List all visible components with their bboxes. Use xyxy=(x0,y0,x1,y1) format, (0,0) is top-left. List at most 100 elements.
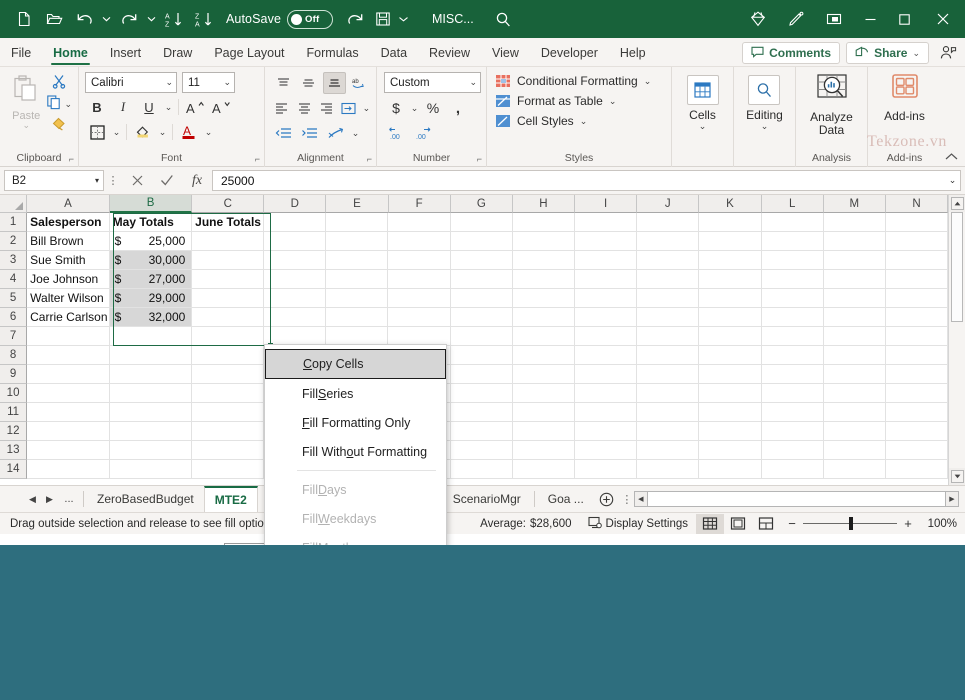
horizontal-scrollbar[interactable]: ◀ ▶ xyxy=(634,491,959,507)
merge-caret-icon[interactable]: ⌄ xyxy=(350,122,361,144)
cell-J13[interactable] xyxy=(637,441,699,460)
cell-G10[interactable] xyxy=(451,384,513,403)
cell-D1[interactable] xyxy=(264,213,326,232)
tab-formulas[interactable]: Formulas xyxy=(296,39,370,66)
cell-N7[interactable] xyxy=(886,327,948,346)
cell-B14[interactable] xyxy=(110,460,193,479)
scroll-up-button[interactable] xyxy=(949,195,965,212)
cell-L11[interactable] xyxy=(762,403,824,422)
cell-G9[interactable] xyxy=(451,365,513,384)
tab-view[interactable]: View xyxy=(481,39,530,66)
underline-button[interactable]: U xyxy=(137,96,161,118)
align-middle-button[interactable] xyxy=(297,72,319,94)
cell-K2[interactable] xyxy=(699,232,761,251)
tab-developer[interactable]: Developer xyxy=(530,39,609,66)
cell-M3[interactable] xyxy=(824,251,886,270)
cell-N8[interactable] xyxy=(886,346,948,365)
cell-L13[interactable] xyxy=(762,441,824,460)
accounting-format-button[interactable]: $ xyxy=(384,97,408,119)
cell-I9[interactable] xyxy=(575,365,637,384)
name-box[interactable]: B2 ▾ xyxy=(4,170,104,191)
save-icon[interactable] xyxy=(369,6,397,32)
cell-I3[interactable] xyxy=(575,251,637,270)
cell-M6[interactable] xyxy=(824,308,886,327)
cell-J10[interactable] xyxy=(637,384,699,403)
cell-G5[interactable] xyxy=(451,289,513,308)
cell-H4[interactable] xyxy=(513,270,575,289)
tab-help[interactable]: Help xyxy=(609,39,657,66)
wrap-text-button[interactable] xyxy=(339,97,358,119)
cell-K4[interactable] xyxy=(699,270,761,289)
cells-button[interactable]: Cells ⌄ xyxy=(687,75,719,130)
share-person-icon[interactable] xyxy=(935,42,961,64)
add-ins-button[interactable]: Add-ins xyxy=(884,73,925,123)
row-header-4[interactable]: 4 xyxy=(0,270,27,289)
font-dialog-launcher[interactable]: ⌐ xyxy=(255,152,260,166)
row-header-13[interactable]: 13 xyxy=(0,441,27,460)
folder-open-icon[interactable] xyxy=(40,6,68,32)
cell-E5[interactable] xyxy=(326,289,388,308)
number-dialog-launcher[interactable]: ⌐ xyxy=(477,152,482,166)
font-color-caret-icon[interactable]: ⌄ xyxy=(203,121,214,143)
cell-C3[interactable] xyxy=(192,251,264,270)
cell-K6[interactable] xyxy=(699,308,761,327)
cell-J6[interactable] xyxy=(637,308,699,327)
cell-H11[interactable] xyxy=(513,403,575,422)
cell-N14[interactable] xyxy=(886,460,948,479)
cell-A4[interactable]: Joe Johnson xyxy=(27,270,110,289)
cell-C5[interactable] xyxy=(192,289,264,308)
cell-B5[interactable]: $29,000 xyxy=(110,289,193,308)
cell-N11[interactable] xyxy=(886,403,948,422)
cell-I11[interactable] xyxy=(575,403,637,422)
fill-color-button[interactable] xyxy=(131,121,155,143)
sheet-tab-zerobasedbudget[interactable]: ZeroBasedBudget xyxy=(87,487,204,511)
cell-C2[interactable] xyxy=(192,232,264,251)
zoom-in-button[interactable]: + xyxy=(902,516,914,531)
cell-M12[interactable] xyxy=(824,422,886,441)
vertical-scroll-thumb[interactable] xyxy=(951,212,963,322)
vertical-scrollbar[interactable] xyxy=(948,195,965,485)
menu-item-copy-cells[interactable]: Copy Cells xyxy=(265,349,446,379)
decrease-font-size-button[interactable]: A xyxy=(209,96,233,118)
column-header-g[interactable]: G xyxy=(451,195,513,213)
cell-A8[interactable] xyxy=(27,346,110,365)
cell-G14[interactable] xyxy=(451,460,513,479)
cell-H1[interactable] xyxy=(513,213,575,232)
cell-L12[interactable] xyxy=(762,422,824,441)
cell-A3[interactable]: Sue Smith xyxy=(27,251,110,270)
cell-E4[interactable] xyxy=(326,270,388,289)
cell-J7[interactable] xyxy=(637,327,699,346)
row-header-8[interactable]: 8 xyxy=(0,346,27,365)
bold-button[interactable]: B xyxy=(85,96,109,118)
cell-I7[interactable] xyxy=(575,327,637,346)
row-header-3[interactable]: 3 xyxy=(0,251,27,270)
cell-E2[interactable] xyxy=(326,232,388,251)
new-file-icon[interactable] xyxy=(10,6,38,32)
check-icon[interactable] xyxy=(152,170,182,192)
cell-J9[interactable] xyxy=(637,365,699,384)
cell-C11[interactable] xyxy=(192,403,264,422)
cell-J4[interactable] xyxy=(637,270,699,289)
cell-G3[interactable] xyxy=(451,251,513,270)
share-button[interactable]: Share ⌄ xyxy=(846,42,929,64)
cell-I13[interactable] xyxy=(575,441,637,460)
cell-L2[interactable] xyxy=(762,232,824,251)
cell-M11[interactable] xyxy=(824,403,886,422)
cell-M7[interactable] xyxy=(824,327,886,346)
cell-A9[interactable] xyxy=(27,365,110,384)
page-break-preview-icon[interactable] xyxy=(752,514,780,534)
menu-item-fill-series[interactable]: Fill Series xyxy=(265,379,446,408)
cell-L9[interactable] xyxy=(762,365,824,384)
cell-L10[interactable] xyxy=(762,384,824,403)
cell-J12[interactable] xyxy=(637,422,699,441)
undo-icon[interactable] xyxy=(70,6,98,32)
cell-H6[interactable] xyxy=(513,308,575,327)
cell-B9[interactable] xyxy=(110,365,193,384)
zoom-out-button[interactable]: − xyxy=(786,516,798,531)
share-caret-icon[interactable]: ⌄ xyxy=(912,48,920,59)
cell-A5[interactable]: Walter Wilson xyxy=(27,289,110,308)
cell-L3[interactable] xyxy=(762,251,824,270)
cell-I14[interactable] xyxy=(575,460,637,479)
collapse-ribbon-button[interactable] xyxy=(945,152,958,164)
column-header-k[interactable]: K xyxy=(699,195,761,213)
